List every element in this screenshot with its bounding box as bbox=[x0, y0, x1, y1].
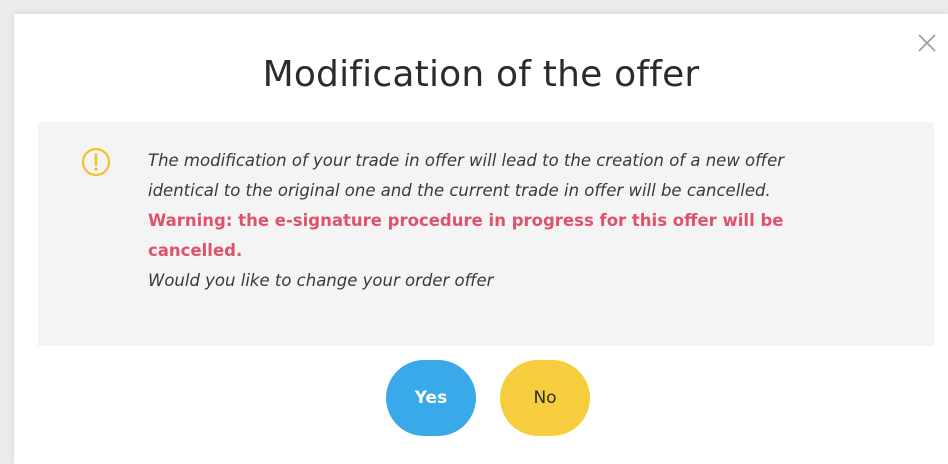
exclamation-circle-icon bbox=[80, 146, 112, 178]
warning-text: Warning: the e-signature procedure in pr… bbox=[148, 211, 784, 230]
yes-button[interactable]: Yes bbox=[386, 360, 476, 436]
question-text: Would you like to change your order offe… bbox=[148, 271, 494, 290]
modification-dialog: Modification of the offer The modificati… bbox=[14, 14, 948, 464]
dialog-title: Modification of the offer bbox=[262, 54, 700, 95]
no-button[interactable]: No bbox=[500, 360, 590, 436]
warning-text: cancelled. bbox=[148, 241, 243, 260]
message-line: The modification of your trade in offer … bbox=[148, 151, 784, 170]
message-line: identical to the original one and the cu… bbox=[148, 181, 771, 200]
close-icon[interactable] bbox=[916, 32, 938, 54]
message-text: The modification of your trade in offer … bbox=[148, 146, 848, 296]
